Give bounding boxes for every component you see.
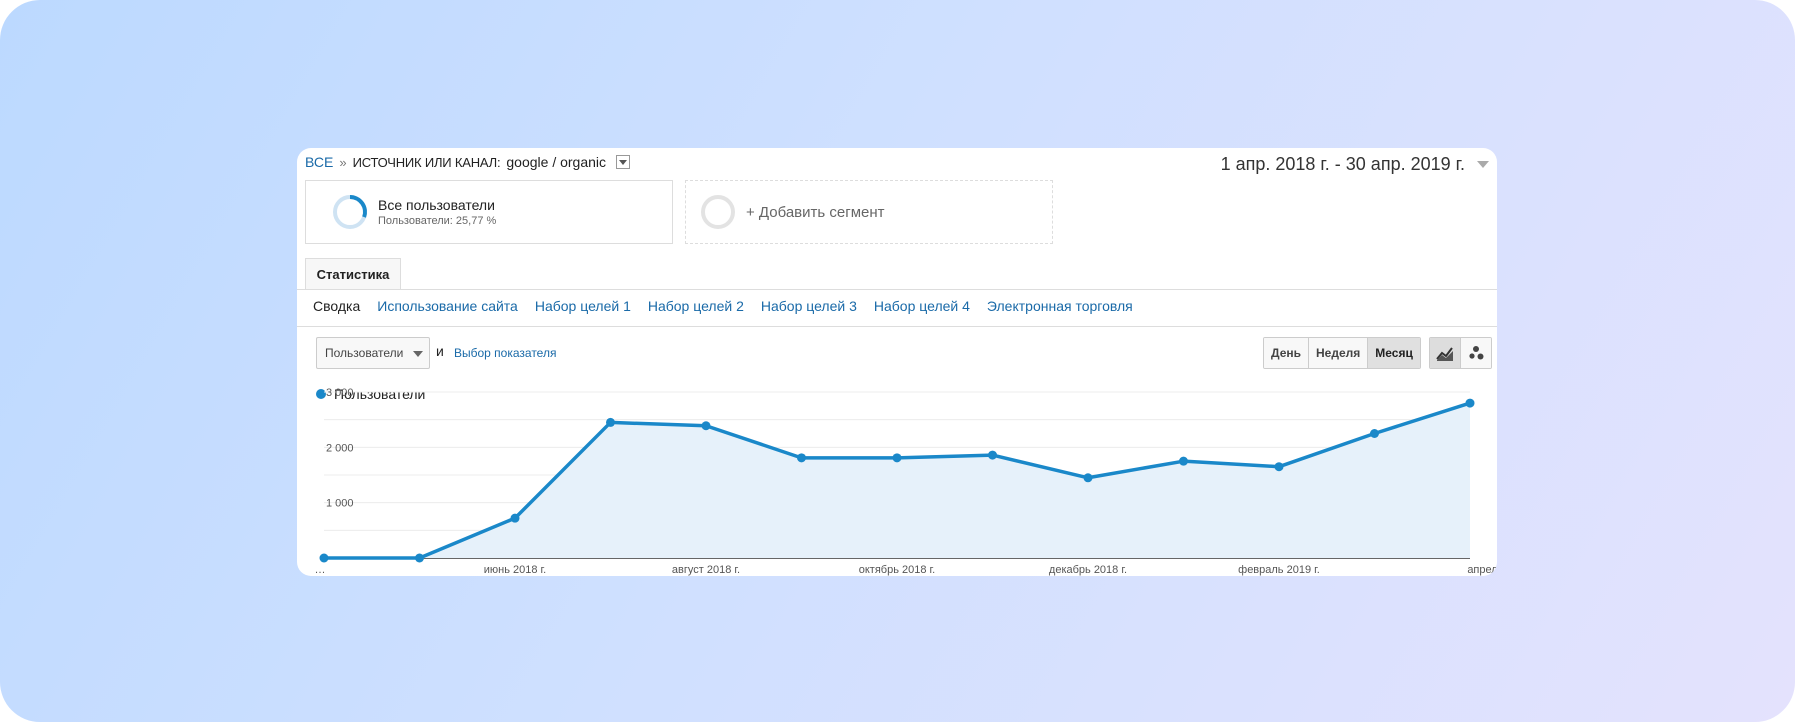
data-point[interactable] [797,453,806,463]
data-point[interactable] [1083,473,1093,483]
x-tick-label: … [315,564,326,576]
x-tick-label: февраль 2019 г. [1238,564,1320,576]
x-tick-label: август 2018 г. [672,564,740,576]
y-tick-label: 2 000 [326,442,354,454]
data-point[interactable] [415,553,424,563]
background-frame: ВСЕ » ИСТОЧНИК ИЛИ КАНАЛ: google / organ… [0,0,1795,722]
x-tick-label: октябрь 2018 г. [859,564,936,576]
data-point[interactable] [701,421,711,431]
data-point[interactable] [606,417,615,427]
x-tick-label: июнь 2018 г. [484,564,547,576]
y-tick-label: 3 000 [326,387,354,399]
data-point[interactable] [1274,462,1284,472]
data-point[interactable] [988,450,997,460]
series-area-fill [324,403,1470,558]
data-point[interactable] [510,513,520,523]
data-point[interactable] [1370,429,1379,438]
analytics-panel: ВСЕ » ИСТОЧНИК ИЛИ КАНАЛ: google / organ… [297,148,1497,576]
y-tick-label: 1 000 [326,498,354,510]
users-line-chart: 1 000 2 000 3 000 … июнь 2018 г. август 2018… [315,387,1498,576]
data-point[interactable] [1465,398,1475,408]
x-tick-label: декабрь 2018 г. [1049,564,1127,576]
data-point[interactable] [1179,456,1188,466]
data-point[interactable] [892,453,902,463]
data-point[interactable] [319,553,329,563]
x-tick-label: апрел… [1467,564,1497,576]
